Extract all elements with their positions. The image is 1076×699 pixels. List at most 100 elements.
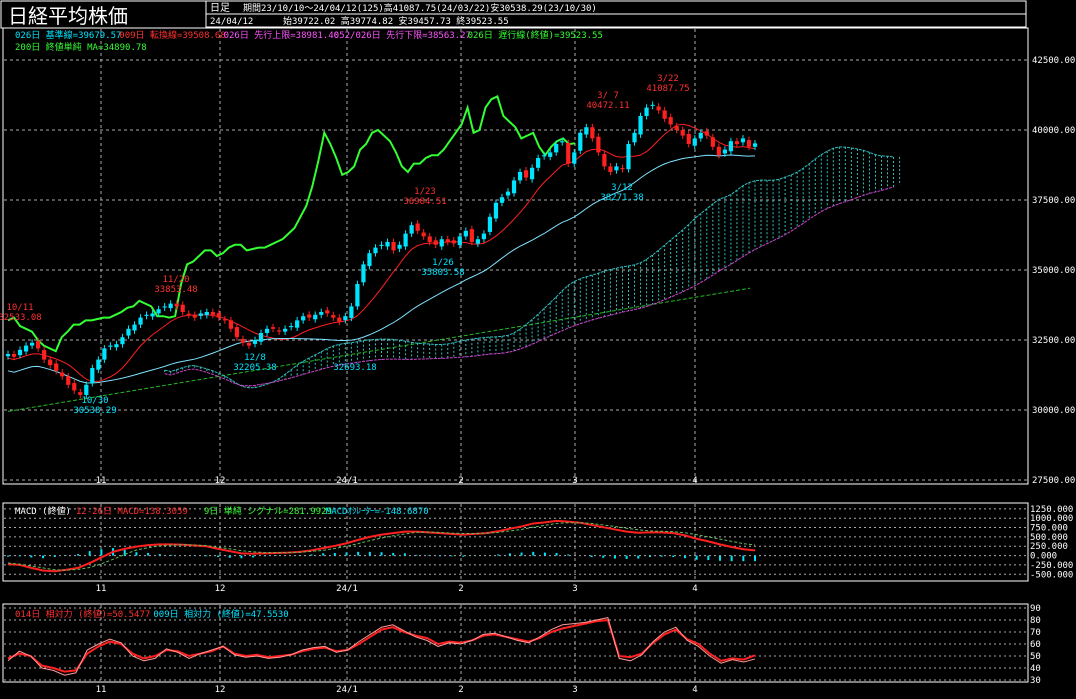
annotation-label: 3/12 [611,183,633,193]
candle-body [716,146,721,156]
candle-body [246,342,252,346]
candle-body [301,316,306,321]
candle-body [578,132,583,151]
x-tick-label: 12 [215,476,226,486]
candle-body [90,368,95,384]
candle-body [596,136,601,153]
candle-body [66,376,71,385]
candle-body [355,284,360,307]
candle-body [481,233,487,240]
macd-x-tick-label: 12 [215,584,226,594]
y-tick-label: 40000.00 [1032,126,1075,136]
y-tick-label: 42500.00 [1032,56,1075,66]
y-tick-label: 37500.00 [1032,196,1075,206]
macd-legend-item: MACD (終値) [15,505,71,517]
candle-body [313,314,318,320]
candle-body [692,138,697,146]
chart-background [0,0,1076,699]
candle-body [96,359,101,370]
candle-body [686,133,691,144]
legend-item: 026日 先行上限=38981.40 [224,29,339,41]
candle-body [638,116,643,135]
candle-body [289,326,294,328]
candle-body [138,317,143,325]
candle-body [487,216,493,232]
y-tick-label: 27500.00 [1032,476,1075,486]
rsi-x-tick-label: 3 [572,685,577,695]
candle-body [186,313,191,315]
annotation-value: 36984.51 [403,197,446,207]
candle-body [511,180,517,194]
candle-body [78,392,83,395]
annotation-value: 32693.18 [333,363,376,373]
candle-body [620,168,625,170]
x-tick-label: 4 [692,476,697,486]
candle-body [457,236,462,246]
rsi-legend-item: 009日 相対力 (終値)=47.5530 [153,608,288,620]
annotation-value: 33853.48 [154,285,197,295]
candle-body [650,104,655,106]
candle-body [566,142,571,164]
macd-x-tick-label: 3 [572,584,577,594]
candle-body [84,384,89,395]
candle-body [391,242,396,251]
candle-body [234,327,240,338]
candle-body [493,202,499,219]
rsi-y-tick-label: 70 [1030,628,1041,638]
candle-body [319,312,324,315]
page-title: 日経平均株価 [8,4,128,28]
candle-body [156,309,161,314]
rsi-y-tick-label: 40 [1030,664,1041,674]
candle-body [132,324,137,331]
candle-body [23,345,29,352]
candle-body [536,158,541,168]
candle-body [560,141,565,143]
rsi-y-tick-label: 80 [1030,616,1041,626]
annotation-value: 32533.08 [0,313,42,323]
candle-body [102,348,107,360]
legend-item: 026日 遅行線(終値)=39523.55 [468,29,603,41]
candle-body [150,313,155,317]
rsi-x-tick-label: 24/1 [336,685,358,695]
candle-body [276,330,282,332]
candle-body [740,138,746,143]
candle-body [722,149,727,154]
candle-body [283,328,288,332]
macd-x-tick-label: 11 [96,584,107,594]
candle-body [270,327,276,329]
candle-body [162,306,167,308]
candle-body [42,350,47,360]
candle-body [361,264,366,283]
rsi-x-tick-label: 2 [458,685,463,695]
candle-body [421,232,426,237]
legend-item: 052/026日 先行下限=38563.27 [334,29,471,41]
candle-body [529,167,535,180]
candle-body [698,132,703,139]
candle-body [554,144,559,153]
candle-body [192,314,197,318]
candle-body [54,363,59,371]
candle-body [644,107,649,116]
candle-body [264,328,270,333]
candle-body [415,223,420,231]
legend-item: 026日 基準線=39679.57 [15,29,121,41]
candle-body [325,310,330,314]
candle-body [349,306,354,318]
candle-body [216,313,221,318]
candle-body [590,127,595,139]
candle-body [17,349,23,356]
candle-body [433,240,438,245]
candle-body [337,317,342,322]
candle-body [180,304,185,312]
macd-x-tick-label: 2 [458,584,463,594]
candle-body [343,316,348,321]
y-tick-label: 35000.00 [1032,266,1075,276]
annotation-label: 10/30 [81,396,108,406]
annotation-label: 1/26 [432,258,454,268]
candle-body [331,315,336,318]
ohlc-date: 24/04/12 [210,17,253,27]
candle-body [60,372,65,377]
macd-x-tick-label: 24/1 [336,584,358,594]
candle-body [572,152,577,164]
candle-body [632,132,637,143]
